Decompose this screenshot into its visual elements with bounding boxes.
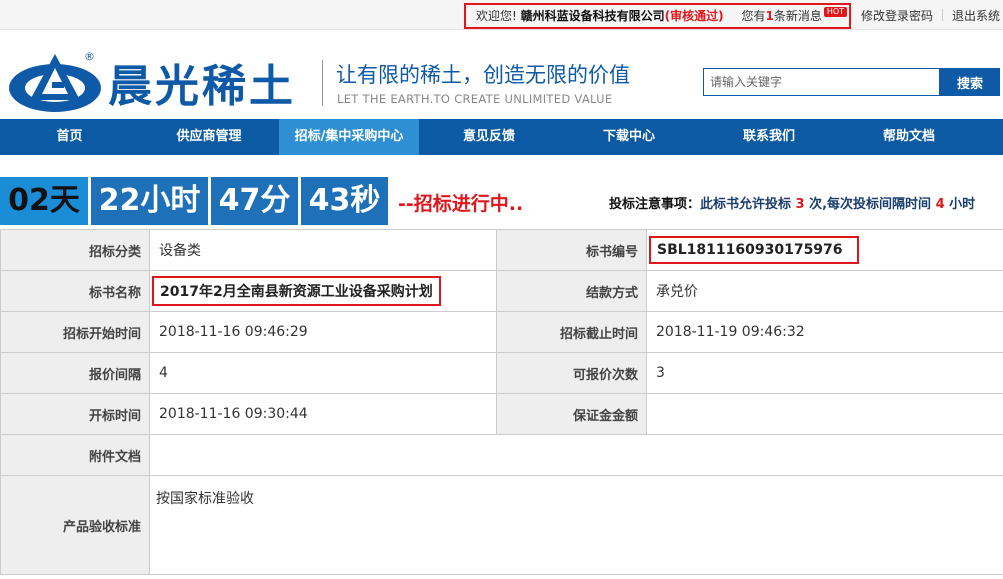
- message-prefix: 您有: [741, 9, 766, 23]
- nav-help-docs[interactable]: 帮助文档: [839, 119, 979, 155]
- notice-text-1: 此标书允许投标: [700, 197, 796, 212]
- payment-value: 承兑价: [646, 270, 1003, 312]
- table-row: 招标开始时间 2018-11-16 09:46:29 招标截止时间 2018-1…: [0, 311, 1003, 353]
- notice-text-2: 次,每次投标间隔时间: [804, 197, 936, 212]
- payment-label: 结款方式: [496, 270, 647, 312]
- table-row: 开标时间 2018-11-16 09:30:44 保证金金额: [0, 393, 1003, 435]
- welcome-text: 欢迎您!: [476, 9, 517, 23]
- welcome-box: 欢迎您! 赣州科蓝设备科技有限公司(审核通过) 您有1条新消息 HOT: [464, 3, 851, 29]
- bidding-status: --招标进行中..: [398, 193, 524, 215]
- notice-interval: 4: [935, 197, 945, 212]
- start-time-value: 2018-11-16 09:46:29: [149, 311, 497, 353]
- open-time-label: 开标时间: [0, 393, 150, 435]
- notice-label: 投标注意事项：: [609, 197, 701, 212]
- name-value: 2017年2月全南县新资源工业设备采购计划: [152, 276, 441, 306]
- countdown-minutes: 47分: [211, 177, 298, 225]
- table-row: 招标分类 设备类 标书编号 SBL1811160930175976: [0, 229, 1003, 271]
- main-nav: 首页 供应商管理 招标/集中采购中心 意见反馈 下载中心 联系我们 帮助文档: [0, 119, 1003, 155]
- start-time-label: 招标开始时间: [0, 311, 150, 353]
- quote-interval-label: 报价间隔: [0, 352, 150, 394]
- deposit-label: 保证金金额: [496, 393, 647, 435]
- countdown-hours: 22小时: [91, 177, 208, 225]
- code-label: 标书编号: [496, 229, 647, 271]
- table-row: 产品验收标准 按国家标准验收: [0, 475, 1003, 575]
- quote-times-value: 3: [646, 352, 1003, 394]
- notice-text-3: 小时: [944, 197, 976, 212]
- attachment-value[interactable]: [149, 434, 1003, 476]
- message-count: 1: [765, 9, 774, 23]
- category-value: 设备类: [149, 229, 497, 271]
- brand-name: 晨光稀土: [108, 61, 296, 112]
- slogan-english: LET THE EARTH.TO CREATE UNLIMITED VALUE: [337, 92, 613, 106]
- search-input[interactable]: [703, 68, 940, 96]
- logout-link[interactable]: 退出系统: [952, 7, 1000, 24]
- code-cell: SBL1811160930175976: [646, 229, 1003, 271]
- nav-bidding-center[interactable]: 招标/集中采购中心: [279, 119, 419, 155]
- company-name: 赣州科蓝设备科技有限公司: [520, 9, 665, 23]
- countdown-days: 02天: [0, 177, 88, 225]
- header: ® 晨光稀土 让有限的稀土，创造无限的价值 LET THE EARTH.TO C…: [0, 30, 1003, 119]
- nav-feedback[interactable]: 意见反馈: [419, 119, 559, 155]
- slogan: 让有限的稀土，创造无限的价值: [336, 63, 630, 87]
- bid-notice: 投标注意事项：此标书允许投标 3 次,每次投标间隔时间 4 小时: [609, 193, 975, 212]
- attachment-label: 附件文档: [0, 434, 150, 476]
- bid-details-table: 招标分类 设备类 标书编号 SBL1811160930175976 标书名称 2…: [0, 229, 1003, 575]
- top-divider: [942, 9, 943, 21]
- message-notice[interactable]: 您有1条新消息 HOT: [741, 7, 848, 23]
- name-label: 标书名称: [0, 270, 150, 312]
- search-button[interactable]: 搜索: [940, 68, 1000, 96]
- notice-allow-count: 3: [795, 197, 805, 212]
- open-time-value: 2018-11-16 09:30:44: [149, 393, 497, 435]
- deposit-value: [646, 393, 1003, 435]
- nav-download-center[interactable]: 下载中心: [559, 119, 699, 155]
- top-bar: 欢迎您! 赣州科蓝设备科技有限公司(审核通过) 您有1条新消息 HOT 修改登录密…: [0, 0, 1003, 30]
- nav-supplier-management[interactable]: 供应商管理: [139, 119, 279, 155]
- quote-times-label: 可报价次数: [496, 352, 647, 394]
- table-row: 报价间隔 4 可报价次数 3: [0, 352, 1003, 394]
- audit-status: (审核通过): [664, 9, 724, 23]
- nav-contact-us[interactable]: 联系我们: [699, 119, 839, 155]
- message-suffix: 条新消息: [773, 9, 822, 23]
- countdown-seconds: 43秒: [301, 177, 388, 225]
- name-cell: 2017年2月全南县新资源工业设备采购计划: [149, 270, 497, 312]
- end-time-label: 招标截止时间: [496, 311, 647, 353]
- quote-interval-value: 4: [149, 352, 497, 394]
- code-value: SBL1811160930175976: [649, 236, 859, 264]
- acceptance-label: 产品验收标准: [0, 475, 150, 575]
- acceptance-value: 按国家标准验收: [149, 475, 1003, 575]
- registered-mark: ®: [84, 50, 95, 63]
- header-divider: [322, 60, 323, 106]
- table-row: 标书名称 2017年2月全南县新资源工业设备采购计划 结款方式 承兑价: [0, 270, 1003, 312]
- table-row: 附件文档: [0, 434, 1003, 476]
- change-password-link[interactable]: 修改登录密码: [861, 7, 933, 24]
- category-label: 招标分类: [0, 229, 150, 271]
- end-time-value: 2018-11-19 09:46:32: [646, 311, 1003, 353]
- hot-badge: HOT: [823, 7, 848, 17]
- nav-home[interactable]: 首页: [0, 119, 139, 155]
